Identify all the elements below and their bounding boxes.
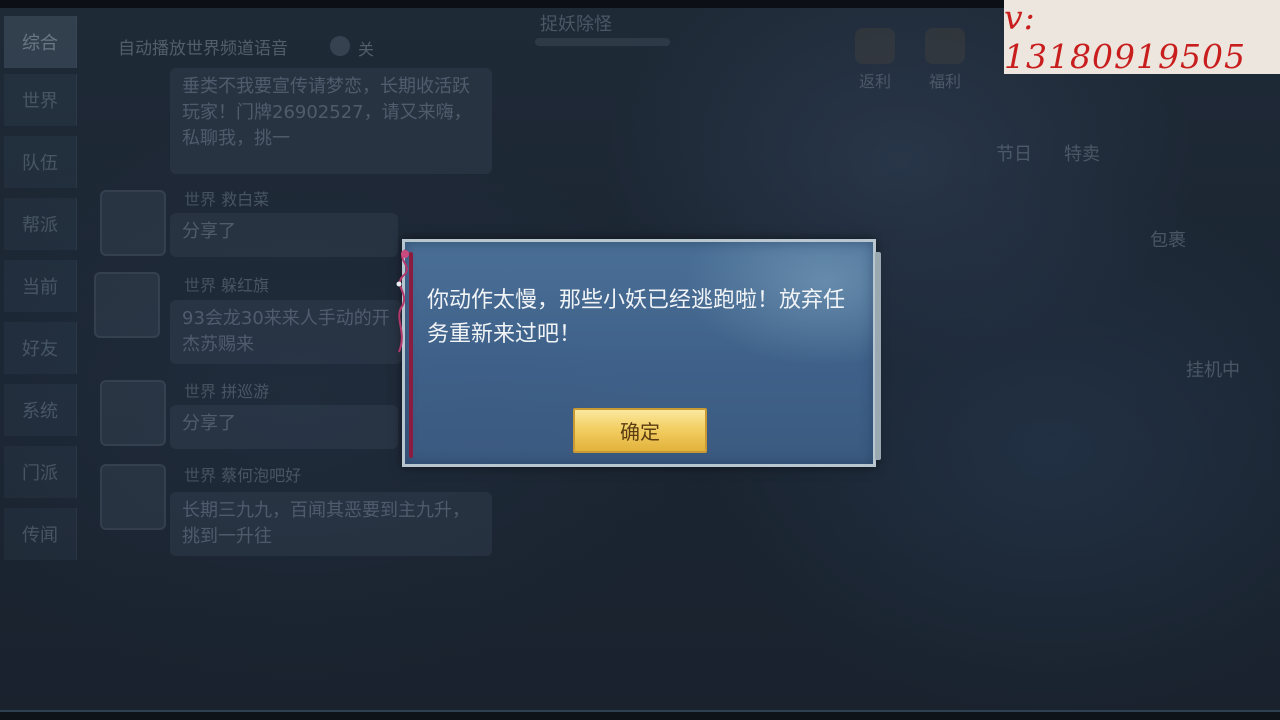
- chat-sender: 世界 救白菜: [184, 186, 269, 210]
- channel-label: 世界: [184, 382, 217, 401]
- chat-tab[interactable]: 系统: [4, 384, 77, 436]
- avatar[interactable]: [100, 380, 166, 446]
- chat-share-bubble: 分享了: [170, 213, 398, 257]
- welfare-icon: [925, 28, 965, 64]
- rebate-label: 返利: [858, 72, 891, 91]
- chat-tab[interactable]: 帮派: [4, 198, 77, 250]
- dialog-message: 你动作太慢，那些小妖已经逃跑啦！放弃任务重新来过吧！: [427, 288, 846, 347]
- chat-message-bubble: 长期三九九，百闻其恶要到主九升，挑到一升往: [170, 492, 492, 556]
- sender-name[interactable]: 救白菜: [221, 190, 269, 209]
- channel-label: 世界: [184, 466, 217, 485]
- chat-tab[interactable]: 好友: [4, 322, 77, 374]
- share-label: 分享了: [182, 221, 236, 242]
- chat-sender: 世界 躲红旗: [184, 272, 269, 296]
- share-label: 分享了: [182, 413, 236, 434]
- task-failed-dialog: 你动作太慢，那些小妖已经逃跑啦！放弃任务重新来过吧！ 确定: [396, 239, 881, 467]
- game-screen: 综合 世界 队伍 帮派 当前 好友 系统 门派 传闻 自动播放世界频道语音 关 …: [0, 0, 1280, 720]
- chat-share-bubble: 分享了: [170, 405, 398, 449]
- watermark-banner: v: 13180919505: [1004, 0, 1280, 76]
- tassel-icon: [396, 249, 409, 353]
- sender-name[interactable]: 蔡何泡吧好: [221, 466, 301, 485]
- chat-tab[interactable]: 队伍: [4, 136, 77, 188]
- avatar[interactable]: [100, 464, 166, 530]
- chat-voice-setting-label: 自动播放世界频道语音: [118, 39, 288, 59]
- dialog-scroll-edge: [875, 252, 881, 460]
- task-title: 捉妖除怪: [540, 14, 612, 35]
- sender-name[interactable]: 躲红旗: [221, 276, 269, 295]
- welfare-button[interactable]: 福利: [920, 28, 970, 92]
- rebate-button[interactable]: 返利: [850, 28, 900, 92]
- channel-label: 世界: [184, 190, 217, 209]
- chat-voice-toggle-label: 关: [358, 40, 375, 59]
- chat-tab[interactable]: 传闻: [4, 508, 77, 560]
- chat-message-bubble: 93会龙30来来人手动的开杰苏赐来: [170, 300, 402, 364]
- chat-message-bubble: 垂类不我要宣传请梦恋，长期收活跃玩家！门牌26902527，请又来嗨，私聊我，挑…: [170, 68, 492, 174]
- avatar[interactable]: [94, 272, 160, 338]
- channel-label: 世界: [184, 276, 217, 295]
- chat-sender: 世界 蔡何泡吧好: [184, 462, 301, 486]
- auto-battle-status[interactable]: 挂机中: [1186, 356, 1240, 382]
- bottom-border: [0, 710, 1280, 720]
- chat-voice-toggle[interactable]: [330, 36, 350, 56]
- gift-icon: [855, 28, 895, 64]
- avatar[interactable]: [100, 190, 166, 256]
- chat-tab[interactable]: 综合: [4, 16, 77, 68]
- task-progress-bar: [535, 38, 670, 46]
- watermark-text: v: 13180919505: [1004, 0, 1246, 76]
- welfare-label: 福利: [928, 72, 961, 91]
- special-sale-button[interactable]: 特卖: [1064, 140, 1100, 166]
- chat-tab[interactable]: 当前: [4, 260, 77, 312]
- chat-sender: 世界 拼巡游: [184, 378, 269, 402]
- chat-tab[interactable]: 世界: [4, 74, 77, 126]
- bag-button[interactable]: 包裹: [1150, 226, 1186, 252]
- festival-button[interactable]: 节日: [996, 140, 1032, 166]
- sender-name[interactable]: 拼巡游: [221, 382, 269, 401]
- confirm-button[interactable]: 确定: [573, 408, 707, 453]
- chat-tab[interactable]: 门派: [4, 446, 77, 498]
